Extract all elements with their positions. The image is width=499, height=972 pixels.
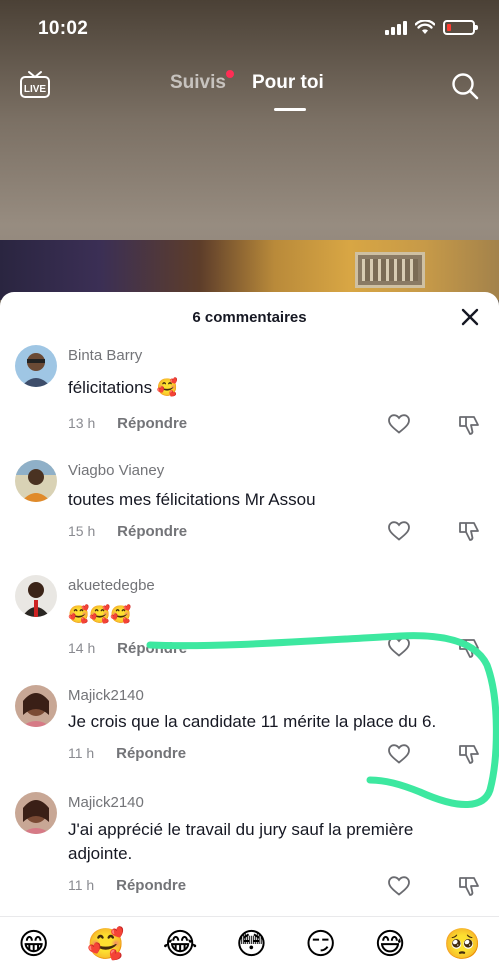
- avatar[interactable]: [15, 460, 57, 502]
- dislike-icon[interactable]: [458, 520, 480, 542]
- comment-meta: 13 h Répondre: [68, 415, 187, 432]
- comment-meta: 14 h Répondre: [68, 640, 187, 657]
- reply-button[interactable]: Répondre: [116, 745, 186, 762]
- avatar[interactable]: [15, 792, 57, 834]
- comment-text: félicitations 🥰: [68, 378, 178, 397]
- status-bar: 10:02: [0, 0, 499, 58]
- wifi-icon: [415, 20, 435, 34]
- comments-sheet: 6 commentaires Binta Barry félicitations…: [0, 292, 499, 972]
- notification-dot: [225, 70, 234, 78]
- comment-time: 13 h: [68, 415, 96, 431]
- dislike-icon[interactable]: [458, 414, 480, 436]
- svg-text:LIVE: LIVE: [24, 84, 47, 95]
- comment-time: 15 h: [68, 523, 96, 539]
- comment-username[interactable]: Majick2140: [68, 687, 144, 704]
- emoji-button[interactable]: 😁: [18, 929, 49, 960]
- dislike-icon[interactable]: [458, 743, 480, 765]
- comment-meta: 11 h Répondre: [68, 745, 186, 762]
- comment-username[interactable]: Viagbo Vianey: [68, 462, 164, 479]
- avatar[interactable]: [15, 685, 57, 727]
- tab-following-label: Suivis: [170, 72, 226, 93]
- heart-icon[interactable]: [388, 414, 410, 434]
- video-window-shape: [355, 252, 425, 288]
- heart-icon[interactable]: [388, 744, 410, 764]
- dislike-icon[interactable]: [458, 875, 480, 897]
- dislike-icon[interactable]: [458, 637, 480, 659]
- battery-icon: [443, 20, 478, 35]
- comment-text: 🥰🥰🥰: [68, 605, 132, 624]
- comment-username[interactable]: Majick2140: [68, 794, 144, 811]
- comment-text: toutes mes félicitations Mr Assou: [68, 490, 316, 509]
- search-icon[interactable]: [451, 72, 479, 100]
- comment-username[interactable]: akuetedegbe: [68, 577, 155, 594]
- emoji-button[interactable]: 😏: [305, 929, 336, 960]
- emoji-quick-bar: 😁 🥰 😂 😳 😏 😅 🥺: [0, 916, 499, 972]
- heart-icon[interactable]: [388, 876, 410, 896]
- heart-icon[interactable]: [388, 637, 410, 657]
- emoji-button[interactable]: 😅: [374, 929, 405, 960]
- reply-button[interactable]: Répondre: [116, 877, 186, 894]
- comment-meta: 15 h Répondre: [68, 523, 187, 540]
- comment-time: 14 h: [68, 640, 96, 656]
- reply-button[interactable]: Répondre: [117, 523, 187, 540]
- comment-meta: 11 h Répondre: [68, 877, 186, 894]
- comments-count-title: 6 commentaires: [192, 309, 307, 326]
- tab-following[interactable]: Suivis: [170, 70, 234, 94]
- top-nav: LIVE Suivis Pour toi: [0, 66, 499, 111]
- status-icons: [385, 20, 478, 35]
- reply-button[interactable]: Répondre: [117, 640, 187, 657]
- tab-for-you[interactable]: Pour toi: [252, 72, 324, 94]
- heart-icon[interactable]: [388, 521, 410, 541]
- avatar[interactable]: [15, 345, 57, 387]
- comment-time: 11 h: [68, 745, 95, 761]
- battery-level: [447, 24, 451, 31]
- comment-time: 11 h: [68, 877, 95, 893]
- reply-button[interactable]: Répondre: [117, 415, 187, 432]
- emoji-button[interactable]: 😂: [163, 929, 198, 960]
- avatar[interactable]: [15, 575, 57, 617]
- comment-text: Je crois que la candidate 11 mérite la p…: [68, 712, 437, 731]
- comment-username[interactable]: Binta Barry: [68, 347, 142, 364]
- status-time: 10:02: [38, 18, 89, 39]
- emoji-button[interactable]: 🥺: [444, 929, 481, 960]
- cellular-signal-icon: [385, 20, 407, 35]
- emoji-button[interactable]: 🥰: [87, 929, 124, 960]
- comment-text: J'ai apprécié le travail du jury sauf la…: [68, 820, 414, 863]
- emoji-button[interactable]: 😳: [236, 929, 267, 960]
- active-tab-indicator: [274, 108, 306, 111]
- comments-header: 6 commentaires: [0, 292, 499, 342]
- live-tv-icon[interactable]: LIVE: [20, 70, 50, 98]
- close-icon[interactable]: [459, 306, 481, 328]
